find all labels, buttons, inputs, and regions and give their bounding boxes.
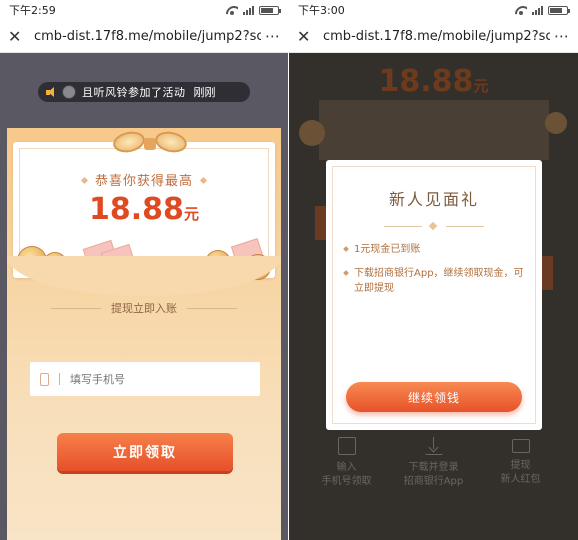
ticker-time: 刚刚 [193,86,216,99]
phone-icon [337,437,356,455]
background-amount: 18.88元 [289,64,578,99]
continue-button[interactable]: 继续领钱 [346,382,522,412]
battery-icon [548,5,570,15]
phone-input[interactable] [70,372,220,386]
more-menu-icon[interactable]: ⋯ [261,27,281,45]
list-item: 1元现金已到账 [344,242,526,257]
tip-text: 提现立即入账 [111,302,177,315]
browser-url-bar: ✕ cmb-dist.17f8.me/mobile/jump2?sce... ⋯ [0,20,289,53]
ticker-text: 且听风铃参加了活动 [82,86,186,99]
status-time: 下午2:59 [9,4,56,17]
step-item: 下载并登录 招商银行App [394,437,474,489]
wifi-icon [226,6,238,15]
divider [187,307,237,309]
avatar [62,85,76,99]
field-separator [59,373,60,385]
download-icon [424,437,443,455]
battery-icon [259,5,281,15]
left-screen: 下午2:59 ✕ cmb-dist.17f8.me/mobile/jump2?s… [0,0,289,540]
envelope-icon [511,439,530,453]
diamond-icon [199,176,208,185]
modal-divider [384,221,484,231]
signal-icon [532,5,543,15]
background-card [319,100,549,160]
status-time: 下午3:00 [298,4,345,17]
amount-value: 18.88 [89,192,184,227]
steps-row: 输入 手机号领取 下载并登录 招商银行App 提现 新人红包 [289,437,578,489]
amount-unit: 元 [473,77,489,95]
step-item: 输入 手机号领取 [307,437,387,489]
amount-value: 18.88 [378,64,474,99]
coin-icon [299,120,325,146]
step-item: 提现 新人红包 [481,437,561,489]
divider [51,307,101,309]
step-line2: 招商银行App [403,476,464,487]
congrats-heading: 恭喜你获得最高 [13,170,275,189]
reward-amount: 18.88元 [13,192,275,227]
congrats-text: 恭喜你获得最高 [94,174,193,189]
status-icons [515,5,570,15]
amount-unit: 元 [183,205,199,223]
step-line2: 手机号领取 [321,476,372,487]
phone-field[interactable] [30,362,260,396]
welcome-gift-modal: 新人见面礼 1元现金已到账 下载招商银行App，继续领取现金，可立即提现 继续领… [326,160,542,430]
signal-icon [243,5,254,15]
status-bar: 下午3:00 [289,0,578,20]
modal-title: 新人见面礼 [388,190,479,209]
close-icon[interactable]: ✕ [8,27,26,46]
status-icons [226,5,281,15]
claim-now-button[interactable]: 立即领取 [57,433,233,471]
step-line2: 新人红包 [500,474,541,485]
step-line1: 输入 [336,462,357,473]
more-menu-icon[interactable]: ⋯ [550,27,570,45]
status-bar: 下午2:59 [0,0,289,20]
mobile-phone-icon [40,372,49,386]
withdraw-tip: 提现立即入账 [7,300,281,316]
wifi-icon [515,6,527,15]
red-envelope: 恭喜你获得最高 18.88元 提现立即入账 立即领取 [7,128,281,540]
diamond-icon [80,176,89,185]
list-item: 下载招商银行App，继续领取现金，可立即提现 [344,266,526,296]
url-text[interactable]: cmb-dist.17f8.me/mobile/jump2?sce... [323,29,550,44]
step-line1: 下载并登录 [408,462,459,473]
activity-ticker: 且听风铃参加了活动 刚刚 [38,82,250,102]
right-screen: 下午3:00 ✕ cmb-dist.17f8.me/mobile/jump2?s… [289,0,578,540]
modal-list: 1元现金已到账 下载招商银行App，继续领取现金，可立即提现 [344,242,526,305]
bow-icon [111,128,189,160]
step-line1: 提现 [510,460,531,471]
speaker-icon [46,86,60,98]
coin-icon [545,112,567,134]
url-text[interactable]: cmb-dist.17f8.me/mobile/jump2?sce... [34,29,261,44]
close-icon[interactable]: ✕ [297,27,315,46]
browser-url-bar: ✕ cmb-dist.17f8.me/mobile/jump2?sce... ⋯ [289,20,578,53]
envelope-flap [7,256,281,296]
